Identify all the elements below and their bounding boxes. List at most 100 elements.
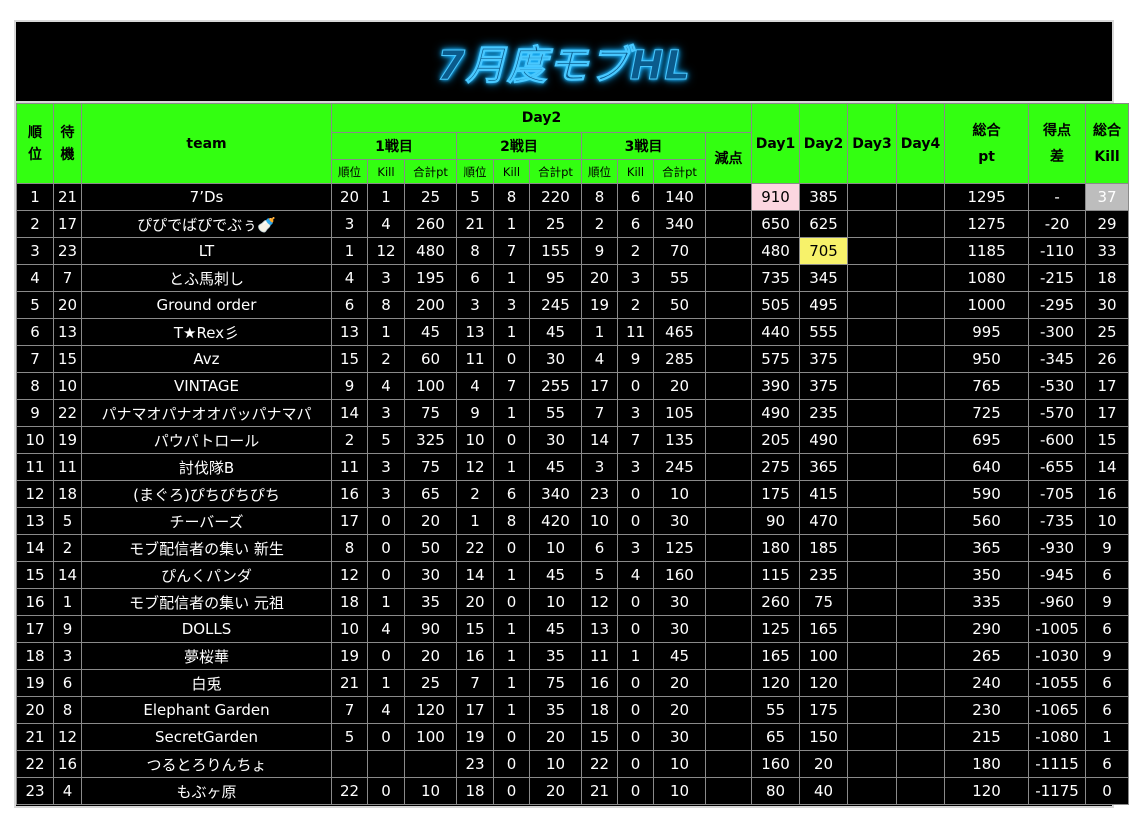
- day2-pt: 385: [799, 183, 849, 211]
- header-battle3: 3戦目: [581, 132, 706, 160]
- score-diff: -945: [1028, 561, 1087, 589]
- b2-kill: 0: [493, 345, 530, 373]
- day1-pt: 735: [751, 264, 801, 292]
- day4-pt: [896, 453, 946, 481]
- b3-rank: 1: [581, 318, 618, 346]
- b3-kill: 0: [617, 750, 654, 778]
- rank-cell: 6: [16, 318, 54, 346]
- rank-cell: 4: [16, 264, 54, 292]
- total-pt: 365: [944, 534, 1030, 562]
- b1-rank: 15: [331, 345, 368, 373]
- day4-pt: [896, 345, 946, 373]
- wait-cell: 13: [53, 318, 82, 346]
- team-name: パウパトロール: [81, 426, 332, 454]
- day4-pt: [896, 264, 946, 292]
- table-row: 20 8 Elephant Garden 7 4 120 17 1 35 18 0 20 55 175 23…: [16, 696, 1130, 724]
- rank-cell: 3: [16, 237, 54, 265]
- deduction-cell: [704, 453, 753, 481]
- table-row: 1 21 7’Ds 20 1 25 5 8 220 8 6 140 910 385 1295-37: [16, 183, 1130, 211]
- day2-pt: 235: [799, 399, 849, 427]
- header-b2-kill: Kill: [493, 159, 530, 184]
- b2-kill: 0: [493, 777, 530, 805]
- b2-kill: 0: [493, 426, 530, 454]
- b1-kill: 0: [367, 534, 405, 562]
- rank-cell: 11: [16, 453, 54, 481]
- header-b3-rank: 順位: [581, 159, 618, 184]
- b1-rank: 20: [331, 183, 368, 211]
- total-kill: 6: [1085, 615, 1130, 643]
- b3-kill: 6: [617, 183, 654, 211]
- day3-pt: [847, 453, 898, 481]
- day1-pt: 180: [751, 534, 801, 562]
- b3-total: 340: [653, 210, 706, 238]
- b3-rank: 19: [581, 291, 618, 319]
- team-name: Elephant Garden: [81, 696, 332, 724]
- b2-kill: 8: [493, 183, 530, 211]
- table-row: 9 22 パナマオパナオオパッパナマパ 14 3 75 9 1 55 7 3 105 490 235 725…: [16, 399, 1130, 427]
- day1-pt: 175: [751, 480, 801, 508]
- b3-rank: 12: [581, 588, 618, 616]
- day2-pt: 490: [799, 426, 849, 454]
- deduction-cell: [704, 183, 753, 211]
- b1-total: 45: [404, 318, 457, 346]
- b3-kill: 6: [617, 210, 654, 238]
- table-row: 3 23 LT 1 12 480 8 7 155 9 2 70 480 705 1185 -110 33: [16, 237, 1130, 265]
- b1-kill: 4: [367, 210, 405, 238]
- day1-pt: 160: [751, 750, 801, 778]
- b3-rank: 22: [581, 750, 618, 778]
- wait-cell: 4: [53, 777, 82, 805]
- day3-pt: [847, 345, 898, 373]
- team-name: T★Rex彡: [81, 318, 332, 346]
- b3-total: 285: [653, 345, 706, 373]
- rank-cell: 14: [16, 534, 54, 562]
- b2-total: 245: [529, 291, 582, 319]
- day2-pt: 495: [799, 291, 849, 319]
- b3-total: 45: [653, 642, 706, 670]
- day3-pt: [847, 399, 898, 427]
- total-kill: 30: [1085, 291, 1130, 319]
- header-total-kill: 総合Kill: [1085, 103, 1130, 184]
- b3-total: 105: [653, 399, 706, 427]
- total-kill: 0: [1085, 777, 1130, 805]
- day1-pt: 115: [751, 561, 801, 589]
- table-row: 10 19 パウパトロール 2 5 325 10 0 30 14 7 135 205 490 695 -600…: [16, 426, 1130, 454]
- score-diff: -110: [1028, 237, 1087, 265]
- table-row: 4 7 とふ馬刺し 4 3 195 6 1 95 20 3 55 735 345 1080 -215 18: [16, 264, 1130, 292]
- b1-total: 30: [404, 561, 457, 589]
- b3-kill: 0: [617, 669, 654, 697]
- deduction-cell: [704, 426, 753, 454]
- b1-kill: 3: [367, 453, 405, 481]
- table-row: 23 4 もぶヶ原 22 0 10 18 0 20 21 0 10 80 40 120 -1175 0: [16, 777, 1130, 805]
- b3-total: 245: [653, 453, 706, 481]
- b2-total: 20: [529, 777, 582, 805]
- b2-rank: 8: [456, 237, 494, 265]
- total-pt: 1185: [944, 237, 1030, 265]
- b2-total: 10: [529, 750, 582, 778]
- b2-rank: 17: [456, 696, 494, 724]
- b2-total: 10: [529, 534, 582, 562]
- b1-kill: 3: [367, 399, 405, 427]
- day3-pt: [847, 318, 898, 346]
- b1-total: 480: [404, 237, 457, 265]
- day2-pt: 365: [799, 453, 849, 481]
- day3-pt: [847, 210, 898, 238]
- total-pt: 180: [944, 750, 1030, 778]
- table-row: 5 20 Ground order 6 8 200 3 3 245 19 2 50 505 495 1000…: [16, 291, 1130, 319]
- b1-kill: 0: [367, 561, 405, 589]
- table-row: 12 18 (まぐろ)ぴちぴちぴち 16 3 65 2 6 340 23 0 10 175 415 590-…: [16, 480, 1130, 508]
- b1-kill: 0: [367, 642, 405, 670]
- b1-rank: 9: [331, 372, 368, 400]
- score-diff: -530: [1028, 372, 1087, 400]
- title-bar: 7月度モブHL: [16, 22, 1112, 103]
- b2-kill: 7: [493, 372, 530, 400]
- b3-rank: 13: [581, 615, 618, 643]
- b2-total: 35: [529, 642, 582, 670]
- day4-pt: [896, 615, 946, 643]
- wait-cell: 20: [53, 291, 82, 319]
- b3-total: 20: [653, 696, 706, 724]
- total-pt: 1000: [944, 291, 1030, 319]
- wait-cell: 23: [53, 237, 82, 265]
- total-kill: 6: [1085, 696, 1130, 724]
- team-name: VINTAGE: [81, 372, 332, 400]
- b1-kill: [367, 750, 405, 778]
